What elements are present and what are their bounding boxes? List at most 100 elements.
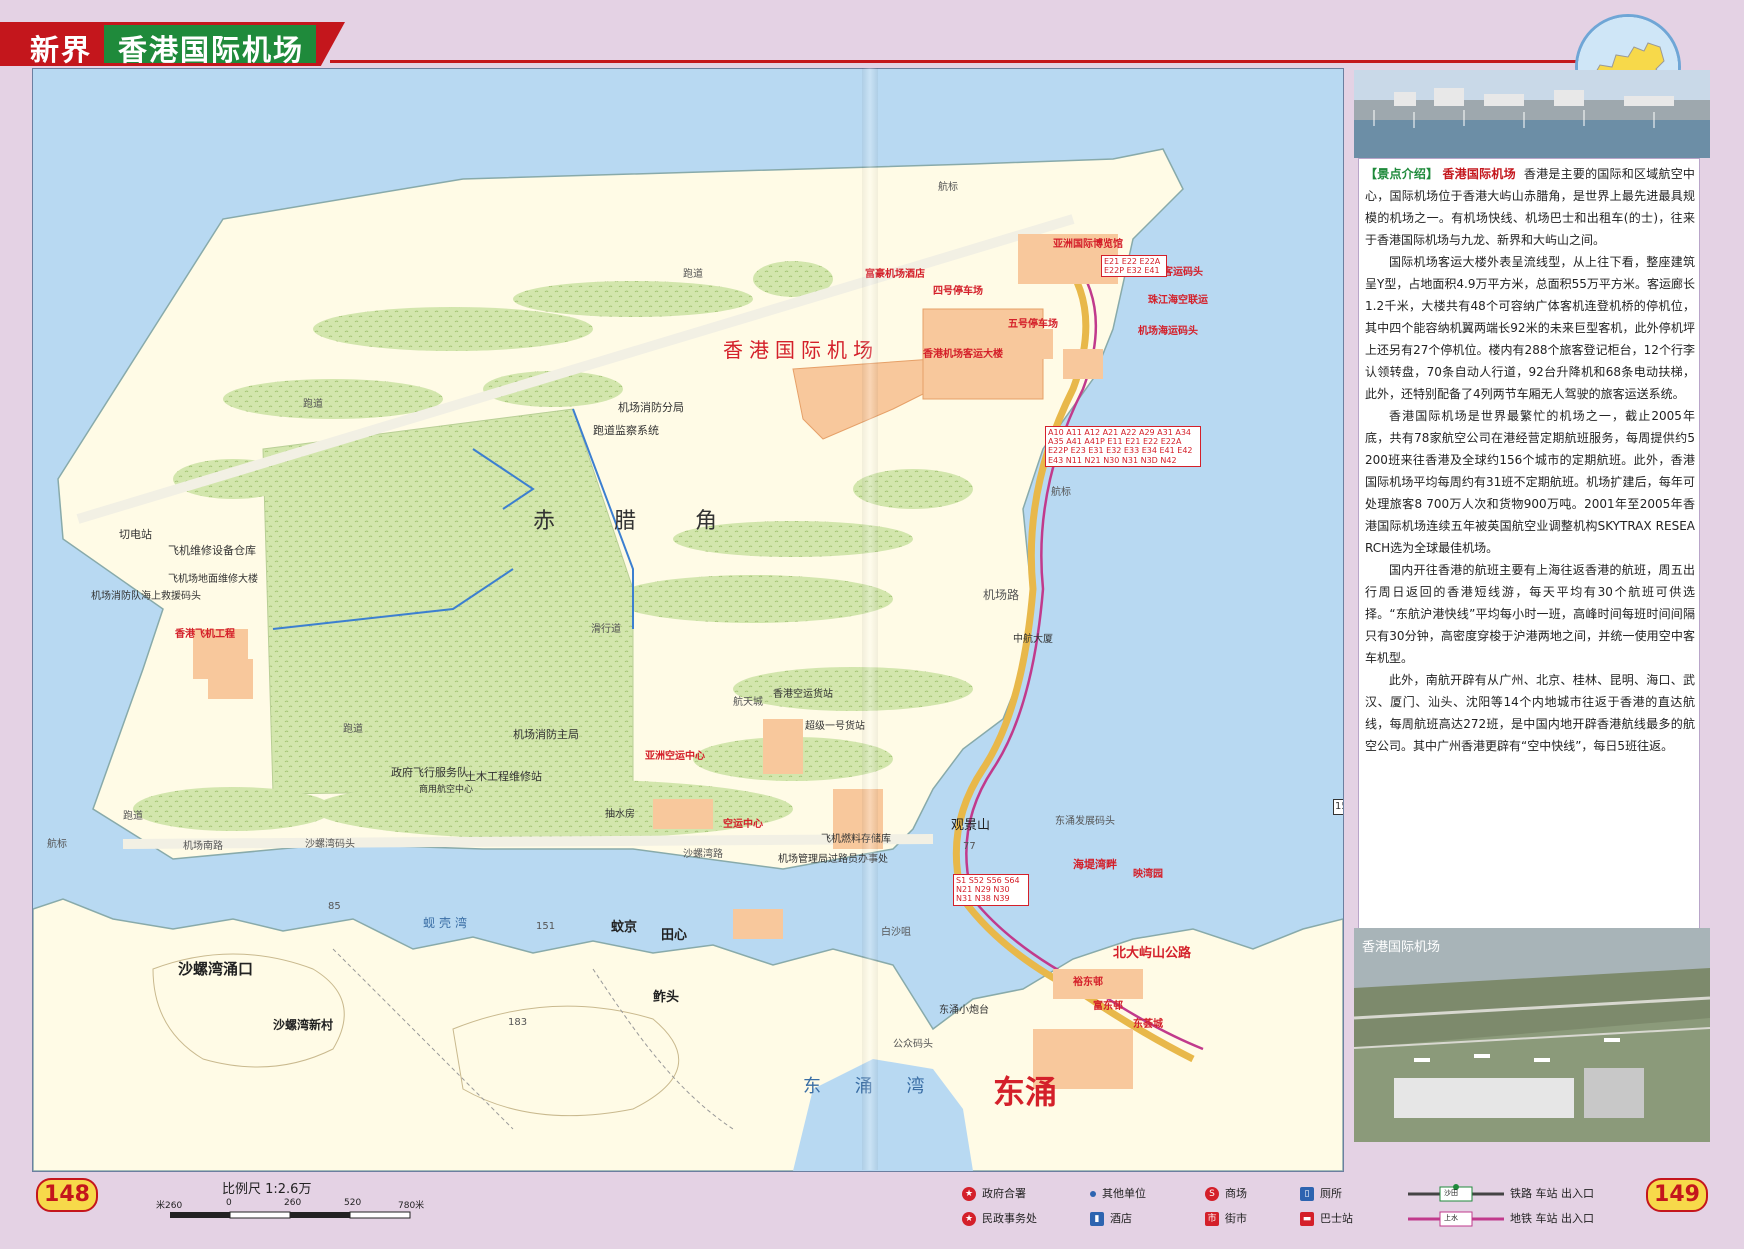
facility-label: 五号停车场 (1008, 319, 1058, 330)
height-151: 151 (536, 921, 556, 932)
grass-patch (223, 379, 443, 419)
pier-label: 沙螺湾码头 (305, 839, 355, 850)
facility-label: 海堤湾畔 (1073, 858, 1117, 871)
s-circle-icon: S (1205, 1187, 1219, 1201)
town-label-tung-chung: 东涌 (993, 1073, 1058, 1111)
intro-p5: 此外，南航开辟有从广州、北京、桂林、昆明、海口、武汉、厦门、汕头、沈阳等14个内… (1365, 673, 1695, 753)
facility-label: 裕东邨 (1073, 977, 1103, 988)
grass-patch (513, 281, 753, 317)
scale-unit: 米260 (156, 1201, 183, 1211)
legend-toilet: ▯ 厕所 (1300, 1185, 1342, 1201)
facility-label: 东荟城 (1133, 1019, 1163, 1030)
facility-label: 超级一号货站 (805, 721, 865, 732)
block (733, 909, 783, 939)
marina-photo (1354, 70, 1710, 158)
scale-tick: 260 (284, 1198, 302, 1208)
facility-label: 土木工程维修站 (465, 770, 542, 783)
beacon-label: 航标 (47, 839, 67, 850)
pier-label: 东涌发展码头 (1055, 816, 1115, 827)
intro-tag: 【景点介绍】 (1365, 167, 1439, 181)
block (653, 799, 713, 829)
hill-label: 观景山 (951, 818, 991, 833)
header-rule (330, 60, 1600, 63)
facility-label: 富东邨 (1093, 1001, 1123, 1012)
scale-tick: 780米 (398, 1201, 425, 1211)
sea-label-shell-bay: 蚬壳湾 (423, 916, 472, 930)
block (208, 659, 253, 699)
airport-aerial-photo: 香港国际机场 (1354, 928, 1710, 1142)
bus-routes-tung-chung: S1 S52 S56 S64 N21 N29 N30 N31 N38 N39 (953, 874, 1029, 906)
legend-market: 市街市 (1205, 1210, 1247, 1226)
legend-metro-station: 上水 (1444, 1214, 1458, 1222)
beacon-label: 航标 (1051, 487, 1071, 498)
grass-patch (173, 459, 293, 499)
road-label: 沙螺湾路 (683, 849, 723, 860)
grass-patch (313, 307, 593, 351)
facility-label: 映湾园 (1133, 869, 1163, 880)
grass-patch (613, 575, 893, 623)
bus-routes-terminal: A10 A11 A12 A21 A22 A29 A31 A34 A35 A41 … (1045, 426, 1201, 467)
scale-label: 比例尺 1:2.6万 (222, 1182, 312, 1197)
bus-icon: ▬ (1300, 1212, 1314, 1226)
facility-label: 跑道监察系统 (593, 424, 659, 437)
page-gutter (862, 68, 878, 1170)
atlas-spread: 新界 香港国际机场 香港国际机场 赤 腊 角 东 湾 蚬壳湾 东涌 沙螺湾涌口 … (0, 0, 1744, 1249)
map-canvas (33, 148, 1343, 1171)
route-shield: 150 (1333, 799, 1343, 815)
legend-gov: ★ 政府合署 (962, 1185, 1026, 1201)
runway-south (122, 834, 934, 849)
road-label: 跑道 (343, 724, 363, 735)
grass-patch (313, 779, 793, 839)
airport-map[interactable]: 香港国际机场 赤 腊 角 东 涌 湾 蚬壳湾 东涌 沙螺湾涌口 沙螺湾新村 蚊京… (32, 68, 1344, 1172)
facility-label: 东涌小炮台 (939, 1005, 989, 1016)
legend-hotel: ▮ 酒店 (1090, 1210, 1132, 1226)
facility-label: 亚洲空运中心 (645, 751, 705, 762)
road-label: 跑道 (683, 269, 703, 280)
intro-p3: 香港国际机场是世界最繁忙的机场之一，截止2005年底，共有78家航空公司在港经营… (1365, 409, 1695, 555)
legend-rail: 铁路 车站 出入口 (1510, 1187, 1594, 1200)
block (763, 719, 803, 774)
legend-metro: 地铁 车站 出入口 (1510, 1212, 1594, 1225)
facility-label: 政府飞行服务队 (391, 766, 468, 779)
market-icon: 市 (1205, 1212, 1219, 1226)
beacon-label: 航标 (938, 182, 958, 193)
facility-label: 四号停车场 (933, 286, 983, 297)
facility-label: 香港飞机工程 (175, 629, 235, 640)
hill-height: 77 (963, 841, 976, 852)
facility-label: 抽水房 (605, 809, 635, 820)
facility-label: 飞机场地面维修大楼 (168, 574, 258, 585)
bus-routes-north: E21 E22 E22A E22P E32 E41 (1101, 255, 1167, 278)
legend-bus: ▬ 巴士站 (1300, 1210, 1353, 1226)
legend-mall: S 商场 (1205, 1185, 1247, 1201)
scale-tick: 0 (226, 1198, 232, 1208)
dot-icon (1090, 1191, 1096, 1197)
photo-caption: 香港国际机场 (1362, 940, 1441, 955)
legend-rail-station: 沙田 (1444, 1189, 1458, 1197)
village-sha-lo-wan: 沙螺湾涌口 (178, 960, 254, 978)
intro-subject: 香港国际机场 (1442, 167, 1516, 181)
facility-label: 空运中心 (723, 819, 763, 830)
facility-label: 香港机场客运大楼 (923, 349, 1003, 360)
star-circle-icon: ★ (962, 1212, 976, 1226)
toilet-icon: ▯ (1300, 1187, 1314, 1201)
island-label: 赤 腊 角 (533, 509, 743, 534)
page-number-right: 149 (1646, 1178, 1708, 1212)
facility-label: 飞机维修设备仓库 (168, 544, 256, 557)
road-label-highway: 北大屿山公路 (1113, 946, 1192, 961)
facility-label: 亚洲国际博览馆 (1053, 239, 1123, 250)
block (1013, 329, 1053, 359)
page-number-left: 148 (36, 1178, 98, 1212)
intro-p4: 国内开往香港的航班主要有上海往返香港的航班，周五出行周日返回的香港短线游，每天平… (1365, 563, 1695, 665)
village-tin-sum: 田心 (661, 928, 688, 943)
facility-label: 香港空运货站 (773, 689, 833, 700)
legend-district: ★ 民政事务处 (962, 1210, 1037, 1226)
facility-label: 机场消防主局 (513, 728, 579, 741)
road-label: 滑行道 (591, 624, 621, 635)
road-label: 跑道 (123, 811, 143, 822)
page-title: 香港国际机场 (118, 33, 305, 67)
legend-other: 其他单位 (1090, 1185, 1146, 1201)
star-circle-icon: ★ (962, 1187, 976, 1201)
facility-label: 飞机燃料存储库 (821, 834, 891, 845)
pier-label: 公众码头 (893, 1039, 933, 1050)
region-label: 新界 (30, 33, 93, 67)
